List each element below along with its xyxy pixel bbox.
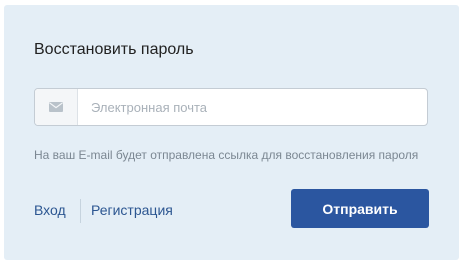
recovery-hint: На ваш E-mail будет отправлена ссылка дл…: [34, 148, 419, 162]
login-link[interactable]: Вход: [34, 202, 66, 218]
email-field[interactable]: [34, 88, 428, 126]
envelope-icon-graphic: [49, 102, 63, 112]
submit-button[interactable]: Отправить: [291, 189, 429, 228]
password-recovery-panel: Восстановить пароль На ваш E-mail будет …: [4, 5, 459, 260]
link-divider: [80, 199, 81, 223]
form-title: Восстановить пароль: [34, 41, 194, 58]
register-link[interactable]: Регистрация: [91, 202, 173, 218]
envelope-icon: [35, 89, 78, 125]
email-input[interactable]: [78, 89, 426, 125]
